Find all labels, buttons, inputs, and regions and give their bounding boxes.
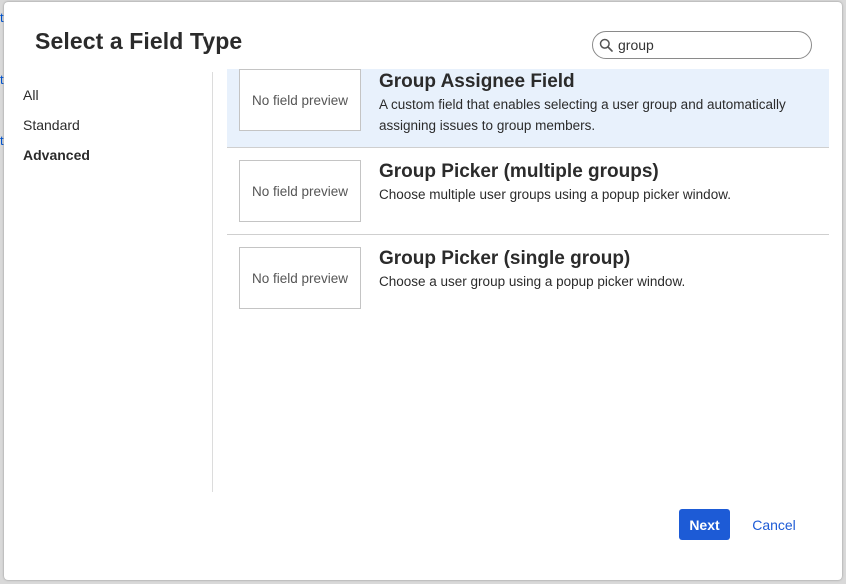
nav-item-standard[interactable]: Standard — [23, 117, 80, 133]
search-input[interactable] — [618, 34, 803, 56]
cancel-button[interactable]: Cancel — [742, 509, 806, 540]
field-type-row-group-picker-single[interactable]: No field preview Group Picker (single gr… — [227, 235, 829, 313]
search-icon — [599, 38, 613, 52]
search-box[interactable] — [592, 31, 812, 59]
category-nav: All Standard Advanced — [4, 72, 213, 492]
field-type-row-group-picker-multiple[interactable]: No field preview Group Picker (multiple … — [227, 148, 829, 226]
field-type-row-group-assignee[interactable]: No field preview Group Assignee Field A … — [227, 69, 829, 147]
field-type-list: No field preview Group Assignee Field A … — [227, 69, 829, 329]
field-type-dialog: Select a Field Type All Standard Advance… — [4, 2, 842, 580]
nav-item-all[interactable]: All — [23, 87, 39, 103]
field-type-description: Choose multiple user groups using a popu… — [379, 187, 731, 202]
field-type-title: Group Picker (single group) — [379, 248, 631, 269]
field-preview: No field preview — [239, 69, 361, 131]
nav-item-advanced[interactable]: Advanced — [23, 147, 90, 163]
field-type-title: Group Picker (multiple groups) — [379, 161, 659, 182]
dialog-title: Select a Field Type — [35, 28, 243, 54]
next-button[interactable]: Next — [679, 509, 730, 540]
field-type-title: Group Assignee Field — [379, 71, 575, 92]
field-type-description: Choose a user group using a popup picker… — [379, 274, 686, 289]
field-type-description: A custom field that enables selecting a … — [379, 97, 786, 133]
field-preview: No field preview — [239, 160, 361, 222]
field-preview: No field preview — [239, 247, 361, 309]
